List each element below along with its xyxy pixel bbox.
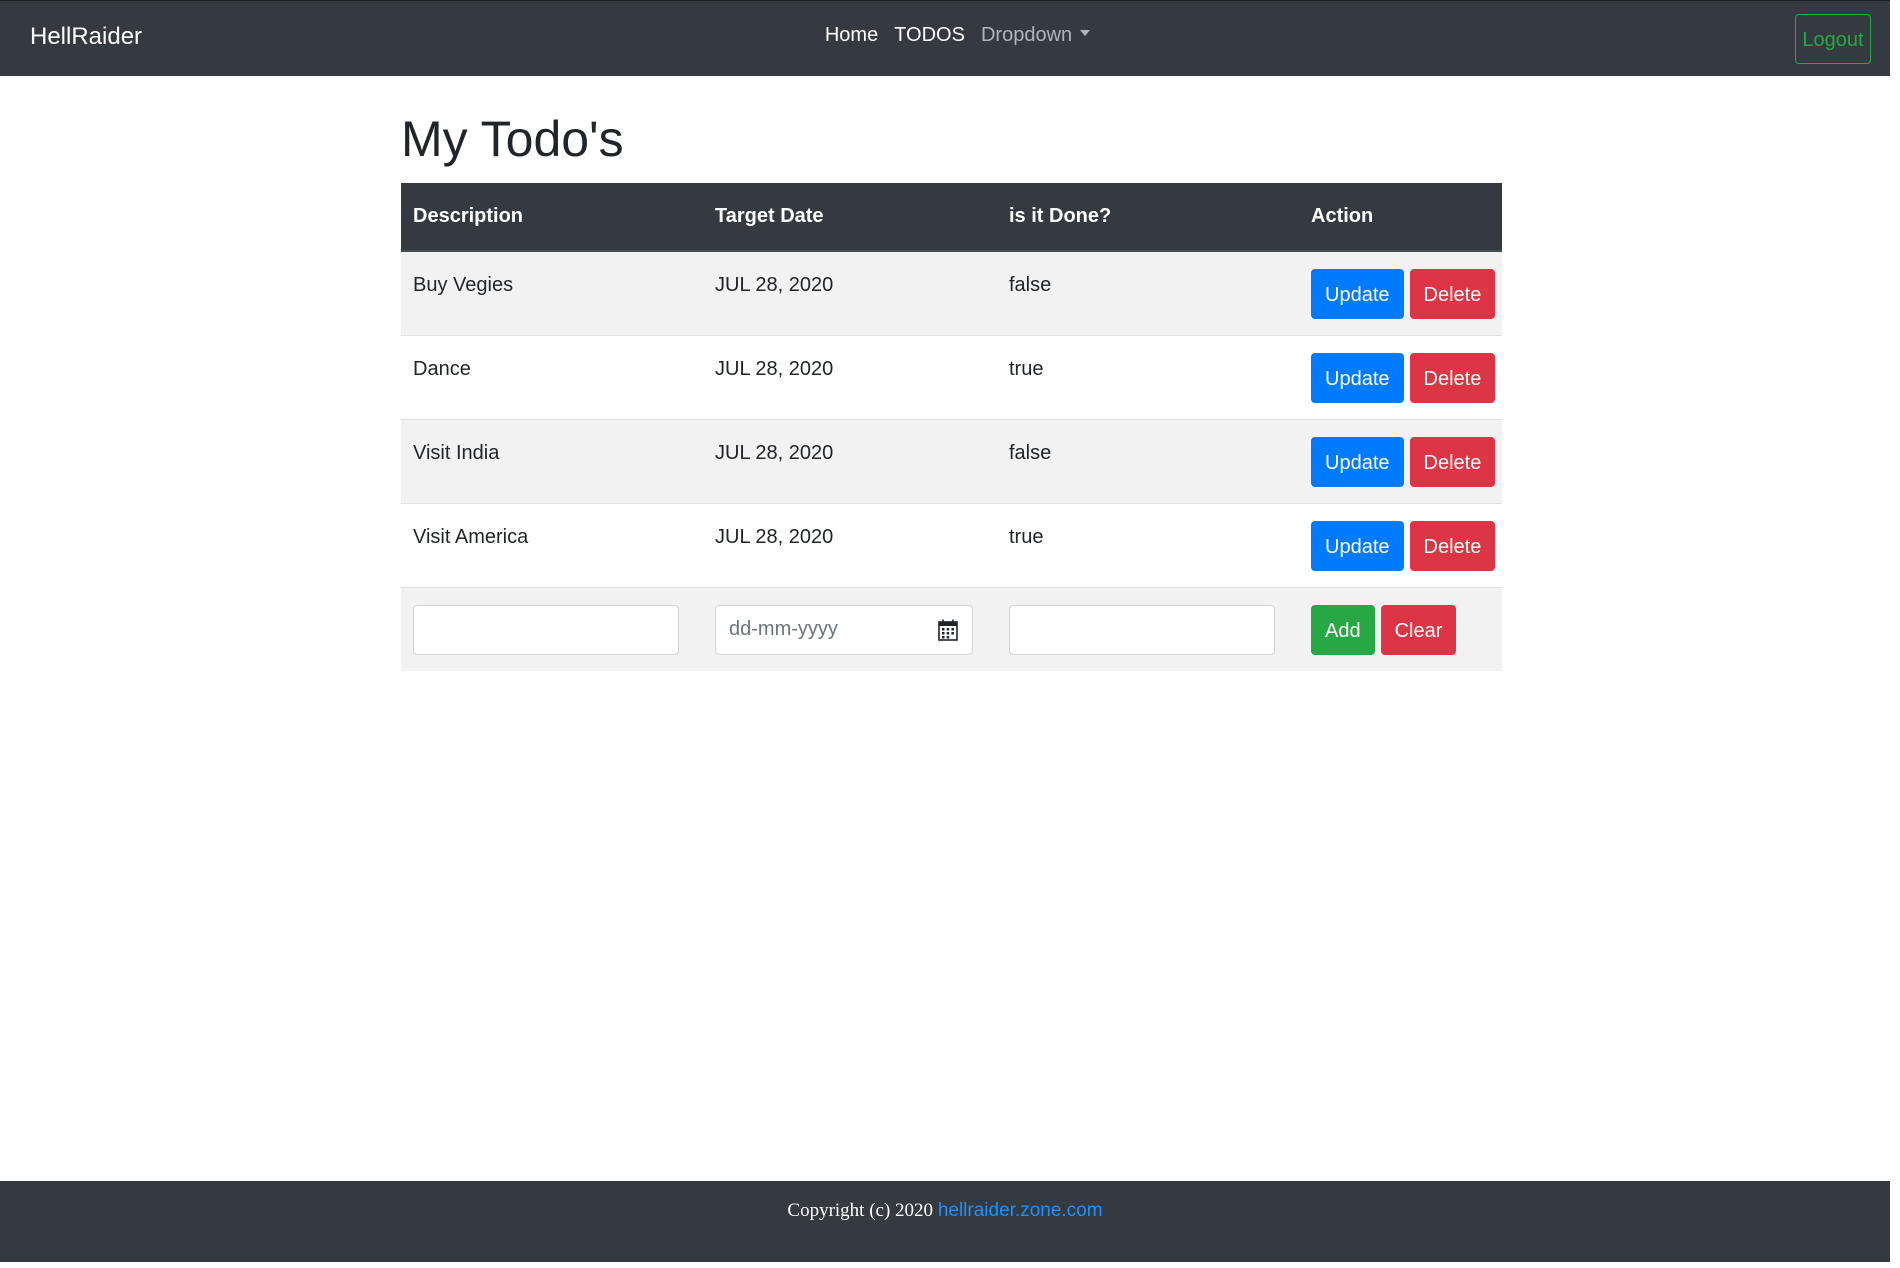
nav-links: Home TODOS Dropdown <box>0 24 1890 47</box>
caret-down-icon <box>1080 29 1091 36</box>
table-header-row: Description Target Date is it Done? Acti… <box>401 183 1502 252</box>
nav-link-todos[interactable]: TODOS <box>894 24 965 47</box>
description-text: Buy Vegies <box>413 274 514 296</box>
table-row: Visit India JUL 28, 2020 false Update Del… <box>401 419 1502 504</box>
nav-dropdown-toggle[interactable]: Dropdown <box>980 24 1091 47</box>
footer-site-link[interactable]: hellraider.zone.com <box>938 1200 1103 1221</box>
header-action: Action <box>1299 183 1502 252</box>
done-text: false <box>1009 274 1052 296</box>
cell-new-done <box>997 587 1299 671</box>
description-text: Dance <box>413 358 471 380</box>
update-button[interactable]: Update <box>1311 352 1404 403</box>
nav-dropdown-label: Dropdown <box>980 24 1073 46</box>
add-button[interactable]: Add <box>1311 604 1375 655</box>
cell-target-date: JUL 28, 2020 <box>703 419 997 504</box>
page-title: My Todo's <box>401 111 624 167</box>
cell-description: Buy Vegies <box>401 250 703 336</box>
cell-action: Update Delete <box>1299 503 1502 588</box>
new-todo-row: dd-mm-yyyy Add Clear <box>401 587 1502 671</box>
header-target-date: Target Date <box>703 183 997 252</box>
new-done-input[interactable] <box>1009 604 1275 655</box>
cell-done: true <box>997 503 1299 588</box>
cell-new-date: dd-mm-yyyy <box>703 587 997 671</box>
delete-button[interactable]: Delete <box>1409 352 1496 403</box>
table-row: Buy Vegies JUL 28, 2020 false Update Dele… <box>401 250 1502 336</box>
target-date-text: JUL 28, 2020 <box>715 358 834 380</box>
done-text: false <box>1009 442 1052 464</box>
cell-description: Visit India <box>401 419 703 504</box>
done-text: true <box>1009 358 1044 380</box>
done-text: true <box>1009 526 1044 548</box>
update-button[interactable]: Update <box>1311 268 1404 319</box>
nav-link-home[interactable]: Home <box>825 24 878 47</box>
cell-action: Update Delete <box>1299 335 1502 420</box>
cell-target-date: JUL 28, 2020 <box>703 503 997 588</box>
delete-button[interactable]: Delete <box>1409 436 1496 487</box>
header-is-done: is it Done? <box>997 183 1299 252</box>
cell-target-date: JUL 28, 2020 <box>703 250 997 336</box>
cell-new-description <box>401 587 703 671</box>
new-target-date-input[interactable]: dd-mm-yyyy <box>715 604 973 655</box>
new-description-input[interactable] <box>413 604 679 655</box>
table-row: Dance JUL 28, 2020 true Update Delete <box>401 335 1502 420</box>
cell-description: Dance <box>401 335 703 420</box>
table-row: Visit America JUL 28, 2020 true Update De… <box>401 503 1502 588</box>
cell-action: Update Delete <box>1299 419 1502 504</box>
cell-description: Visit America <box>401 503 703 588</box>
content-area: HellRaider Home TODOS Dropdown Logout My… <box>0 0 1890 1262</box>
cell-done: false <box>997 250 1299 336</box>
target-date-text: JUL 28, 2020 <box>715 442 834 464</box>
target-date-text: JUL 28, 2020 <box>715 526 834 548</box>
footer: Copyright (c) 2020 hellraider.zone.com <box>0 1181 1890 1262</box>
delete-button[interactable]: Delete <box>1409 520 1496 571</box>
calendar-icon[interactable] <box>938 619 958 641</box>
top-navbar: HellRaider Home TODOS Dropdown Logout <box>0 0 1890 76</box>
update-button[interactable]: Update <box>1311 436 1404 487</box>
page-frame: HellRaider Home TODOS Dropdown Logout My… <box>0 0 1900 1268</box>
delete-button[interactable]: Delete <box>1409 268 1496 319</box>
target-date-text: JUL 28, 2020 <box>715 274 834 296</box>
date-placeholder: dd-mm-yyyy <box>729 617 838 640</box>
cell-target-date: JUL 28, 2020 <box>703 335 997 420</box>
update-button[interactable]: Update <box>1311 520 1404 571</box>
todo-table: Description Target Date is it Done? Acti… <box>401 183 1502 671</box>
cell-done: false <box>997 419 1299 504</box>
cell-done: true <box>997 335 1299 420</box>
description-text: Visit America <box>413 526 529 548</box>
cell-new-action: Add Clear <box>1299 587 1502 671</box>
header-description: Description <box>401 183 703 252</box>
clear-button[interactable]: Clear <box>1380 604 1457 655</box>
cell-action: Update Delete <box>1299 250 1502 336</box>
description-text: Visit India <box>413 442 500 464</box>
logout-button[interactable]: Logout <box>1795 14 1871 64</box>
copyright-text: Copyright (c) 2020 <box>787 1200 934 1221</box>
